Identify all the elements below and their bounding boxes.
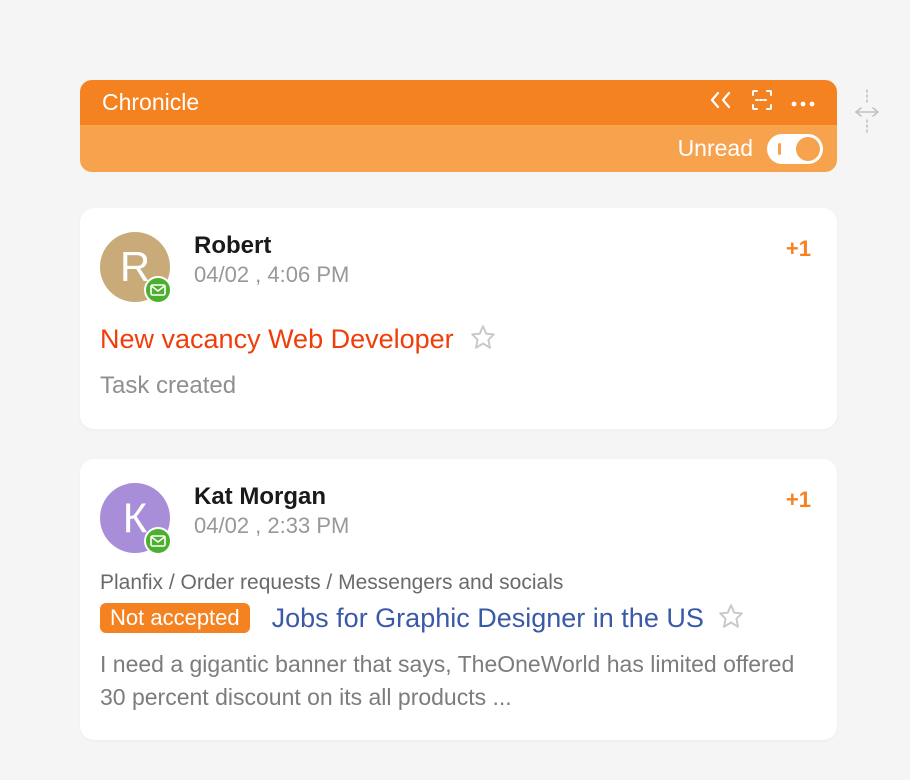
card-subtext: Task created (100, 369, 811, 403)
unread-toggle[interactable] (767, 134, 823, 164)
card-title[interactable]: New vacancy Web Developer (100, 324, 454, 355)
timestamp: 04/02 , 2:33 PM (194, 513, 786, 539)
chronicle-card[interactable]: R Robert 04/02 , 4:06 PM +1 New vacancy … (80, 208, 837, 429)
panel-title: Chronicle (102, 89, 709, 116)
unread-counter: +1 (786, 487, 811, 513)
mail-badge-icon (144, 527, 172, 555)
star-icon[interactable] (718, 603, 744, 634)
avatar[interactable]: R (100, 232, 170, 302)
chronicle-panel: Chronicle (80, 80, 837, 740)
card-snippet: I need a gigantic banner that says, TheO… (100, 648, 811, 715)
scan-icon[interactable] (751, 89, 773, 116)
status-tag: Not accepted (100, 603, 250, 633)
chronicle-card[interactable]: К Kat Morgan 04/02 , 2:33 PM +1 Planfix … (80, 459, 837, 741)
timestamp: 04/02 , 4:06 PM (194, 262, 786, 288)
more-icon[interactable] (791, 94, 815, 112)
panel-header: Chronicle (80, 80, 837, 125)
author-name: Kat Morgan (194, 483, 786, 511)
panel-subheader: Unread (80, 125, 837, 172)
card-title[interactable]: Jobs for Graphic Designer in the US (272, 603, 704, 634)
header-actions (709, 89, 815, 116)
breadcrumb[interactable]: Planfix / Order requests / Messengers an… (100, 571, 811, 595)
collapse-icon[interactable] (709, 91, 733, 114)
unread-label: Unread (678, 135, 753, 162)
card-list: R Robert 04/02 , 4:06 PM +1 New vacancy … (80, 208, 837, 740)
mail-badge-icon (144, 276, 172, 304)
star-icon[interactable] (470, 324, 496, 355)
resize-handle-icon[interactable] (852, 88, 882, 136)
author-name: Robert (194, 232, 786, 260)
avatar[interactable]: К (100, 483, 170, 553)
unread-counter: +1 (786, 236, 811, 262)
